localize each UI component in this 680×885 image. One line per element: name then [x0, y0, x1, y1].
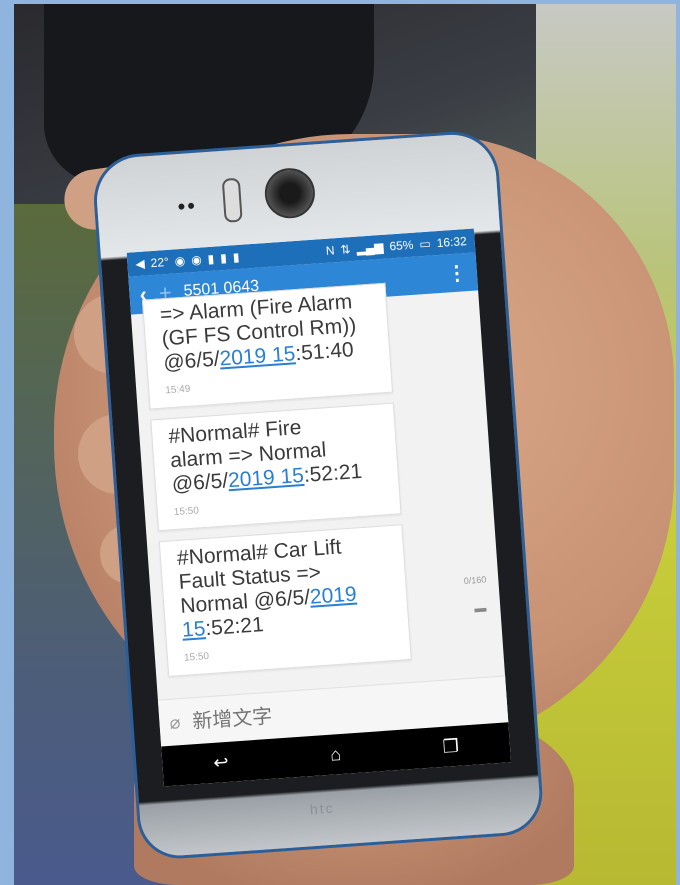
brand-logo: htc [309, 799, 336, 818]
message-bubble[interactable]: #Normal# Fire alarm => Normal @6/5/2019 … [150, 402, 402, 532]
character-counter: 0/160 [463, 574, 487, 587]
temperature: 22° [150, 254, 170, 271]
network-icon: ⇅ [340, 242, 352, 257]
datetime-link[interactable]: 2019 [309, 583, 357, 609]
notification-icon: ◉ [190, 252, 203, 268]
notification-icon: ▮ [219, 250, 228, 266]
notification-icon: ◉ [174, 253, 186, 269]
recents-icon[interactable]: ❐ [442, 735, 460, 757]
datetime-link[interactable]: 2019 15 [227, 464, 304, 492]
front-camera [263, 166, 317, 220]
message-text: :52:21 [204, 613, 265, 641]
datetime-link[interactable]: 15 [181, 617, 206, 642]
message-list: => Alarm (Fire Alarm (GF FS Control Rm))… [130, 276, 504, 677]
battery-percent: 65% [388, 237, 414, 254]
notification-icon: ▮ [232, 249, 240, 265]
datetime-link[interactable]: 2019 15 [219, 342, 296, 370]
screen: ◀ 22° ◉ ◉ ▮ ▮ ▮ N ⇅ ▂▄▆ 65% ▭ 16:32 ‹ + … [126, 228, 512, 787]
nfc-icon: N [325, 243, 336, 258]
phone: •• ◀ 22° ◉ ◉ ▮ ▮ ▮ N ⇅ ▂▄▆ 65% ▭ 16:32 ‹… [94, 131, 542, 859]
battery-icon: ▭ [418, 236, 432, 252]
message-bubble[interactable]: #Normal# Car Lift Fault Status => Normal… [158, 524, 412, 677]
speaker-dots: •• [176, 192, 198, 220]
message-text: :51:40 [294, 338, 355, 366]
back-icon[interactable]: ‹ [139, 281, 148, 307]
location-icon: ◀ [134, 256, 146, 272]
attachment-icon[interactable]: ⌀ [169, 712, 181, 734]
message-text: @6/5/ [171, 469, 229, 497]
back-nav-icon[interactable]: ↩ [213, 751, 230, 773]
home-icon[interactable]: ⌂ [329, 744, 341, 766]
send-sms-icon[interactable]: ▬ [474, 601, 487, 616]
signal-icon: ▂▄▆ [356, 239, 384, 256]
message-bubble[interactable]: => Alarm (Fire Alarm (GF FS Control Rm))… [141, 282, 394, 410]
message-text: @6/5/ [162, 347, 221, 375]
clock: 16:32 [436, 234, 468, 251]
flash [221, 177, 243, 223]
more-icon[interactable]: ⋮ [446, 260, 468, 286]
notification-icon: ▮ [207, 251, 215, 267]
message-text: :52:21 [303, 459, 363, 487]
